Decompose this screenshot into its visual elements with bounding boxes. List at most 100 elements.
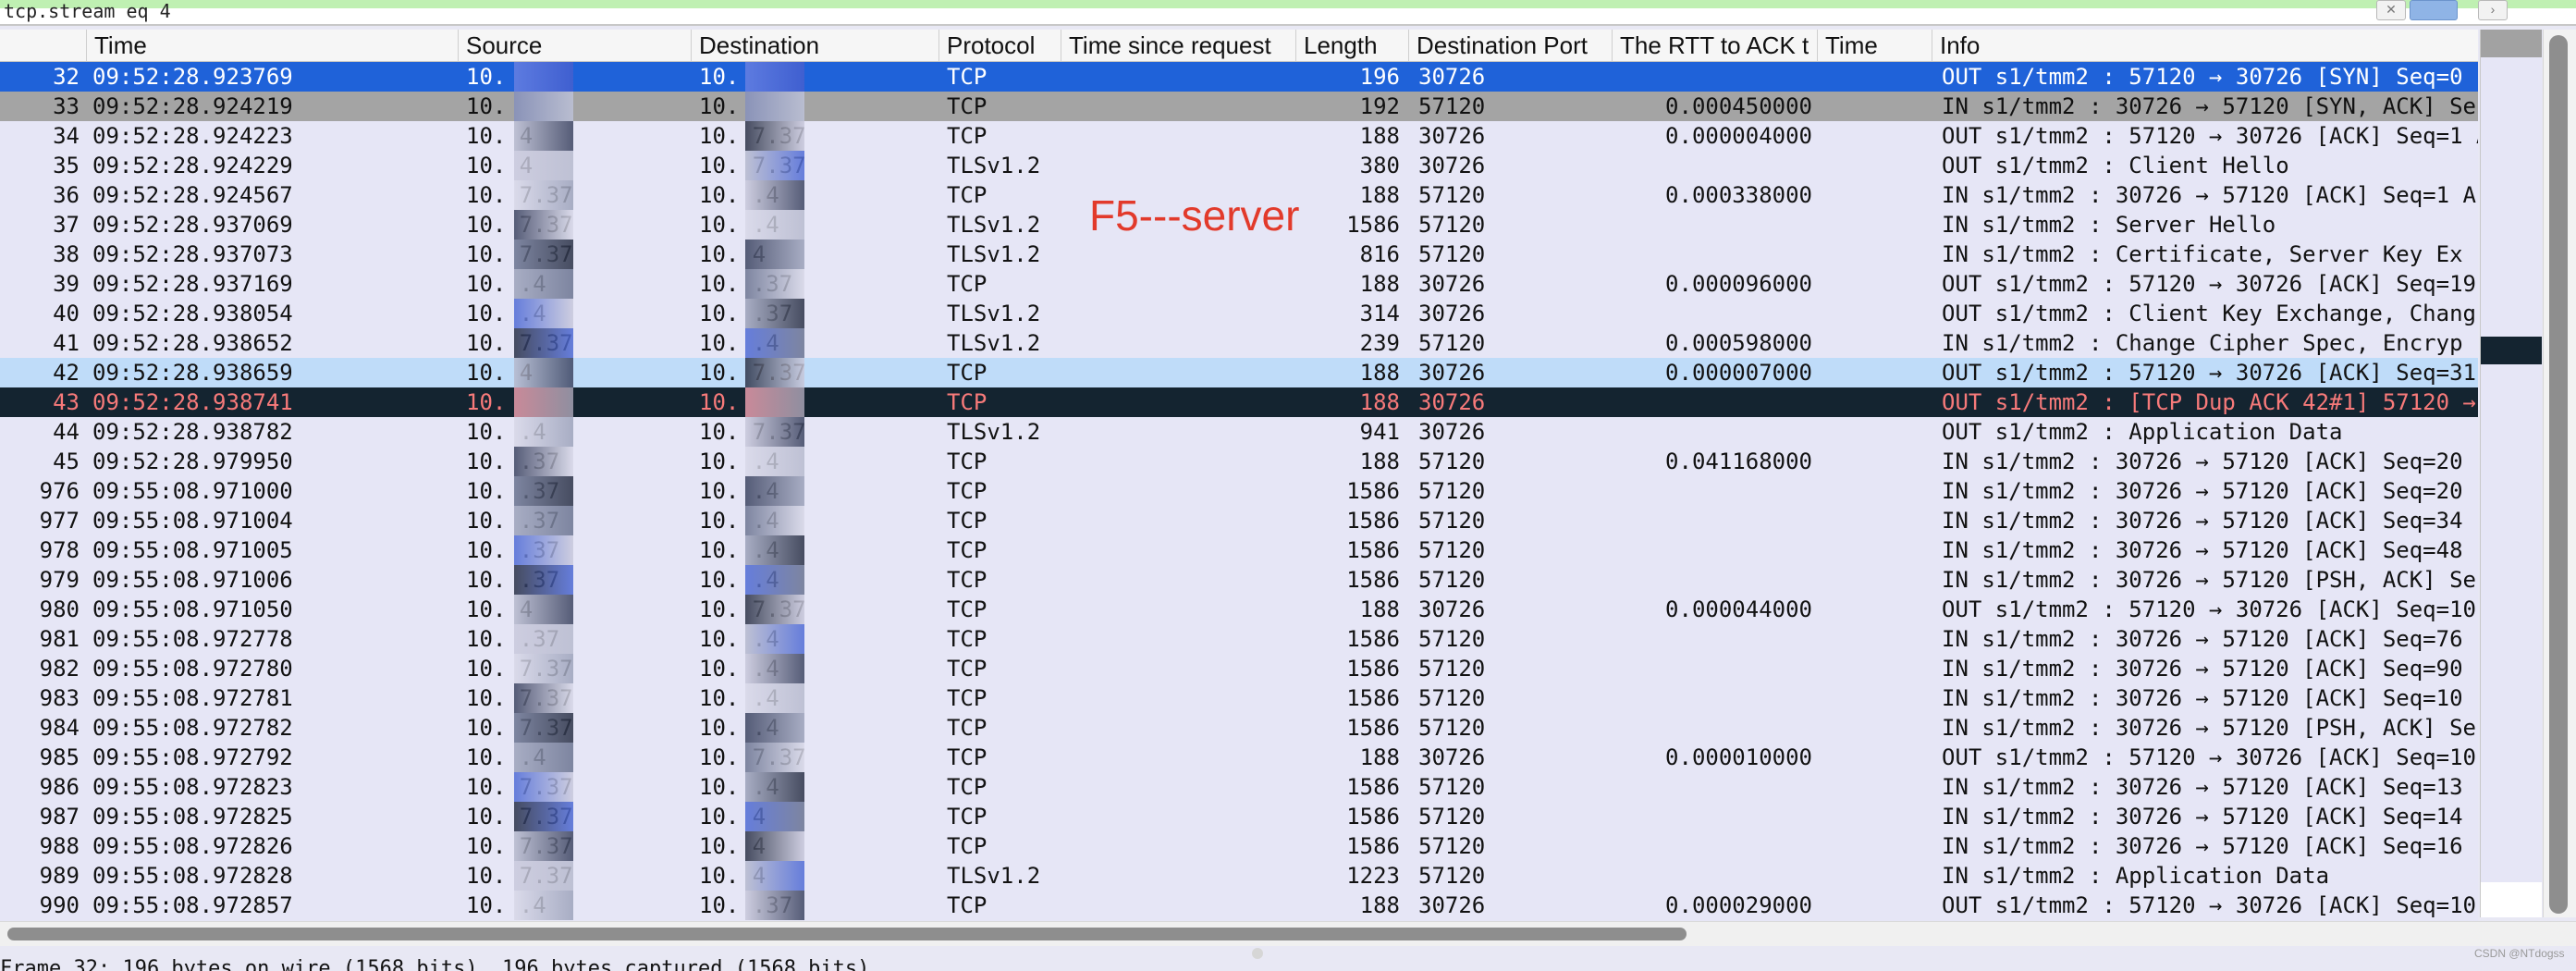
packet-row[interactable]: 41 09:52:28.938652 10. 7.37 10. .4 TLSv1.2 23… — [0, 328, 2478, 358]
packet-row[interactable]: 984 09:55:08.972782 10. 7.37 10. .4 TCP 1586 5… — [0, 713, 2478, 743]
packet-row[interactable]: 39 09:52:28.937169 10. .4 10. .37 TCP 188 3072… — [0, 269, 2478, 299]
vertical-scrollbar[interactable] — [2543, 30, 2576, 917]
packet-row[interactable]: 38 09:52:28.937073 10. 7.37 10. 4 TLSv1.2 816… — [0, 240, 2478, 269]
redaction-block — [514, 299, 573, 328]
packet-destination-port: 30726 — [1418, 64, 1486, 90]
horizontal-scrollbar[interactable] — [0, 921, 2576, 946]
packet-time: 09:55:08.972778 — [92, 626, 293, 652]
packet-row[interactable]: 45 09:52:28.979950 10. .37 10. .4 TCP 188 5712… — [0, 447, 2478, 476]
packet-row[interactable]: 983 09:55:08.972781 10. 7.37 10. .4 TCP 1586 5… — [0, 683, 2478, 713]
packet-rtt — [1627, 831, 1812, 861]
redaction-block — [514, 328, 573, 358]
packet-destination: 10. 7.37 — [699, 744, 806, 770]
packet-info: OUT s1/tmm2 : [TCP Dup ACK 42#1] 57120 → — [1942, 389, 2476, 415]
column-header-rtt[interactable]: The RTT to ACK t — [1613, 30, 1818, 61]
packet-destination-port: 30726 — [1418, 123, 1486, 149]
packet-minimap[interactable] — [2480, 30, 2542, 917]
vertical-scroll-thumb[interactable] — [2549, 35, 2568, 914]
packet-destination-port: 57120 — [1418, 626, 1486, 652]
filter-bookmark-button[interactable] — [2410, 0, 2458, 20]
column-header-time[interactable]: Time — [87, 30, 459, 61]
column-header-info[interactable]: Info — [1932, 30, 2478, 61]
packet-length: 1586 — [1346, 833, 1400, 859]
packet-destination: 10. .4 — [699, 715, 779, 741]
packet-row[interactable]: 981 09:55:08.972778 10. .37 10. .4 TCP 1586 57… — [0, 624, 2478, 654]
packet-row[interactable]: 988 09:55:08.972826 10. 7.37 10. 4 TCP 1586 57… — [0, 831, 2478, 861]
packet-destination-port: 57120 — [1418, 863, 1486, 889]
packet-protocol: TCP — [947, 656, 987, 682]
packet-rtt: 0.000029000 — [1665, 892, 1812, 918]
redaction-block — [745, 240, 804, 269]
packet-row[interactable]: 985 09:55:08.972792 10. .4 10. 7.37 TCP 188 30… — [0, 743, 2478, 772]
packet-length: 188 — [1359, 360, 1400, 386]
packet-row[interactable]: 980 09:55:08.971050 10. 4 10. 7.37 TCP 188 307… — [0, 595, 2478, 624]
packet-number: 990 — [39, 892, 80, 918]
redaction-block — [514, 240, 573, 269]
packet-destination: 10. .4 — [699, 537, 779, 563]
packet-number: 989 — [39, 863, 80, 889]
packet-source: 10. 7.37 — [466, 715, 573, 741]
column-header-source[interactable]: Source — [459, 30, 692, 61]
redaction-block — [514, 92, 573, 121]
packet-row[interactable]: 978 09:55:08.971005 10. .37 10. .4 TCP 1586 57… — [0, 535, 2478, 565]
packet-row[interactable]: 986 09:55:08.972823 10. 7.37 10. .4 TCP 1586 5… — [0, 772, 2478, 802]
packet-time: 09:52:28.938054 — [92, 301, 293, 326]
display-filter-input[interactable]: tcp.stream eq 4 — [0, 0, 2371, 22]
redaction-block — [745, 299, 804, 328]
packet-protocol: TCP — [947, 892, 987, 918]
packet-number: 36 — [53, 182, 80, 208]
packet-protocol: TCP — [947, 685, 987, 711]
packet-info: IN s1/tmm2 : 30726 → 57120 [ACK] Seq=20 — [1942, 449, 2463, 474]
packet-row[interactable]: 976 09:55:08.971000 10. .37 10. .4 TCP 1586 57… — [0, 476, 2478, 506]
packet-number: 43 — [53, 389, 80, 415]
packet-row[interactable]: 44 09:52:28.938782 10. .4 10. 7.37 TLSv1.2 94… — [0, 417, 2478, 447]
packet-destination: 10. 4 — [699, 804, 767, 830]
redaction-block — [745, 713, 804, 743]
packet-row[interactable]: 34 09:52:28.924223 10. 4 10. 7.37 TCP 188 3072… — [0, 121, 2478, 151]
packet-number: 39 — [53, 271, 80, 297]
column-header-no[interactable] — [0, 30, 87, 61]
packet-info: IN s1/tmm2 : 30726 → 57120 [ACK] Seq=10 — [1942, 685, 2463, 711]
apply-filter-button[interactable]: › — [2478, 0, 2508, 20]
column-header-protocol[interactable]: Protocol — [939, 30, 1061, 61]
packet-rtt — [1627, 151, 1812, 180]
packet-row[interactable]: 989 09:55:08.972828 10. 7.37 10. 4 TLSv1.2 12… — [0, 861, 2478, 891]
redaction-block — [745, 535, 804, 565]
packet-source: 10. 4 — [466, 360, 534, 386]
packet-row[interactable]: 979 09:55:08.971006 10. .37 10. .4 TCP 1586 57… — [0, 565, 2478, 595]
packet-row[interactable]: 987 09:55:08.972825 10. 7.37 10. 4 TCP 1586 57… — [0, 802, 2478, 831]
packet-protocol: TCP — [947, 833, 987, 859]
packet-row[interactable]: 982 09:55:08.972780 10. 7.37 10. .4 TCP 1586 5… — [0, 654, 2478, 683]
packet-length: 1586 — [1346, 212, 1400, 238]
packet-row[interactable]: 35 09:52:28.924229 10. 4 10. 7.37 TLSv1.2 380… — [0, 151, 2478, 180]
redaction-block — [745, 358, 804, 387]
packet-row[interactable]: 977 09:55:08.971004 10. .37 10. .4 TCP 1586 57… — [0, 506, 2478, 535]
packet-row[interactable]: 32 09:52:28.923769 10. 4 10. 7.37 TCP 196 3072… — [0, 62, 2478, 92]
packet-rtt: 0.000598000 — [1665, 330, 1812, 356]
packet-info: IN s1/tmm2 : 30726 → 57120 [ACK] Seq=13 — [1942, 774, 2463, 800]
packet-destination-port: 30726 — [1418, 301, 1486, 326]
packet-row[interactable]: 43 09:52:28.938741 10. 4 10. 7.37 TCP 188 3072… — [0, 387, 2478, 417]
packet-rtt — [1627, 624, 1812, 654]
packet-info: IN s1/tmm2 : Change Cipher Spec, Encryp — [1942, 330, 2463, 356]
packet-rtt — [1627, 565, 1812, 595]
redaction-block — [514, 151, 573, 180]
packet-row[interactable]: 42 09:52:28.938659 10. 4 10. 7.37 TCP 188 3072… — [0, 358, 2478, 387]
column-header-time-since-request[interactable]: Time since request — [1061, 30, 1296, 61]
packet-row[interactable]: 40 09:52:28.938054 10. .4 10. .37 TLSv1.2 314… — [0, 299, 2478, 328]
packet-time: 09:55:08.972828 — [92, 863, 293, 889]
packet-destination: 10. .4 — [699, 685, 779, 711]
column-header-destination-port[interactable]: Destination Port — [1409, 30, 1613, 61]
clear-filter-button[interactable]: ✕ — [2376, 0, 2406, 20]
column-header-time-2[interactable]: Time — [1818, 30, 1932, 61]
horizontal-scroll-thumb[interactable] — [7, 928, 1687, 940]
redaction-block — [514, 743, 573, 772]
packet-row[interactable]: 33 09:52:28.924219 10. .37 10. .4 TCP 192 5712… — [0, 92, 2478, 121]
packet-info: IN s1/tmm2 : Application Data — [1942, 863, 2330, 889]
column-header-length[interactable]: Length — [1296, 30, 1409, 61]
packet-length: 1586 — [1346, 508, 1400, 534]
packet-row[interactable]: 990 09:55:08.972857 10. .4 10. .37 TCP 188 307… — [0, 891, 2478, 920]
column-header-destination[interactable]: Destination — [692, 30, 939, 61]
redaction-block — [745, 121, 804, 151]
packet-time: 09:55:08.971050 — [92, 596, 293, 622]
